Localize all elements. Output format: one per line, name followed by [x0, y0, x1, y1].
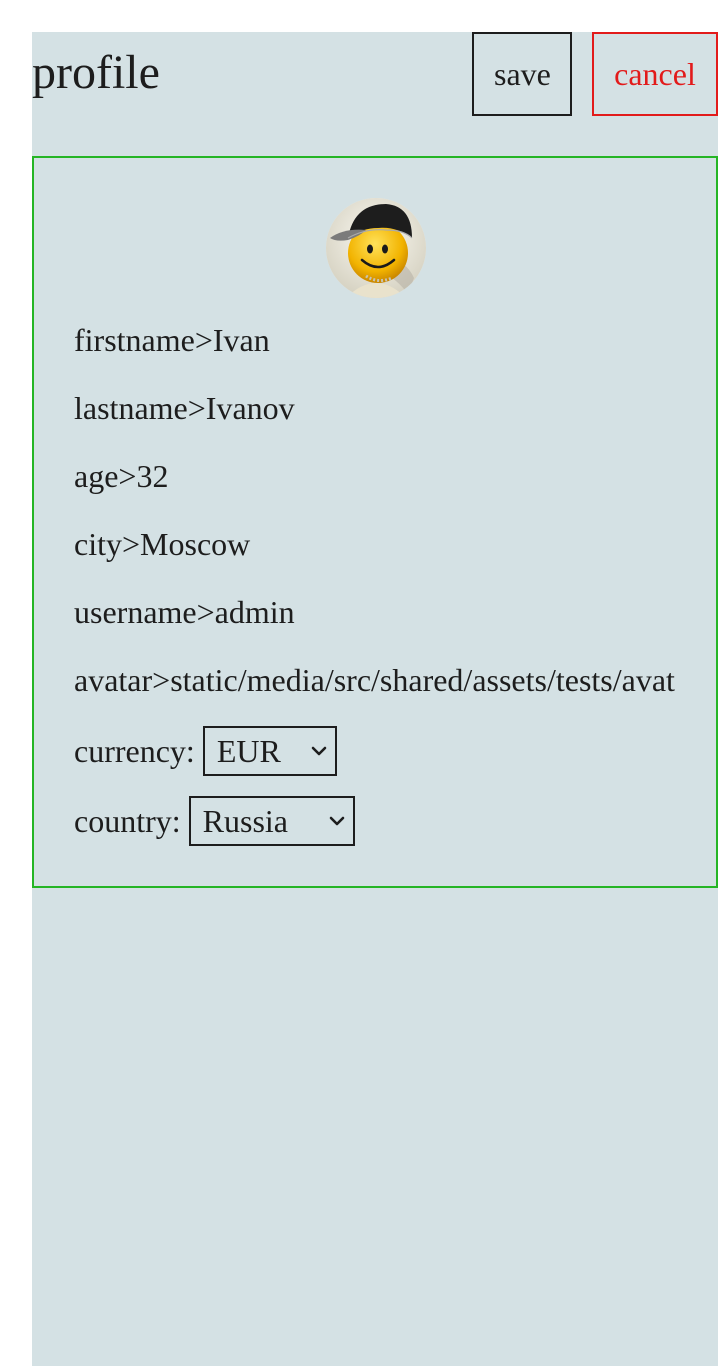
field-value: Ivan — [212, 322, 270, 358]
field-label: city — [74, 526, 122, 562]
field-label: avatar — [74, 662, 153, 698]
field-value: Ivanov — [205, 390, 295, 426]
field-value: admin — [214, 594, 295, 630]
field-lastname: lastname>Ivanov — [74, 388, 295, 428]
country-row: country: Russia — [74, 796, 355, 846]
page-title: profile — [32, 46, 160, 99]
field-separator: > — [196, 594, 215, 630]
currency-row: currency: EUR — [74, 726, 337, 776]
field-separator: > — [187, 390, 206, 426]
field-value: static/media/src/shared/assets/tests/ava… — [170, 662, 675, 698]
field-value: Moscow — [140, 526, 251, 562]
field-username: username>admin — [74, 592, 295, 632]
profile-card: firstname>Ivan lastname>Ivanov age>32 ci… — [32, 156, 718, 888]
currency-select[interactable]: EUR — [202, 726, 337, 776]
profile-page: profile save cancel firstname>Ivan lastn… — [32, 32, 718, 1366]
cancel-button[interactable]: cancel — [592, 32, 718, 116]
chevron-down-icon — [329, 816, 344, 826]
field-label: lastname — [74, 390, 188, 426]
currency-label: currency: — [74, 733, 195, 769]
country-selected-value: Russia — [202, 803, 288, 839]
country-label: country: — [74, 803, 181, 839]
field-label: age — [74, 458, 119, 494]
smiley-cap-avatar-icon — [326, 198, 426, 298]
field-firstname: firstname>Ivan — [74, 320, 270, 360]
field-label: username — [74, 594, 197, 630]
field-separator: > — [194, 322, 213, 358]
field-label: firstname — [74, 322, 195, 358]
chevron-down-icon — [311, 746, 327, 756]
avatar — [326, 198, 426, 298]
field-age: age>32 — [74, 456, 168, 496]
field-city: city>Moscow — [74, 524, 250, 564]
currency-selected-value: EUR — [216, 733, 281, 769]
field-separator: > — [118, 458, 137, 494]
save-button[interactable]: save — [472, 32, 572, 116]
field-avatar: avatar>static/media/src/shared/assets/te… — [74, 660, 675, 700]
field-value: 32 — [136, 458, 169, 494]
country-select[interactable]: Russia — [188, 796, 355, 846]
field-separator: > — [152, 662, 171, 698]
field-separator: > — [121, 526, 141, 562]
